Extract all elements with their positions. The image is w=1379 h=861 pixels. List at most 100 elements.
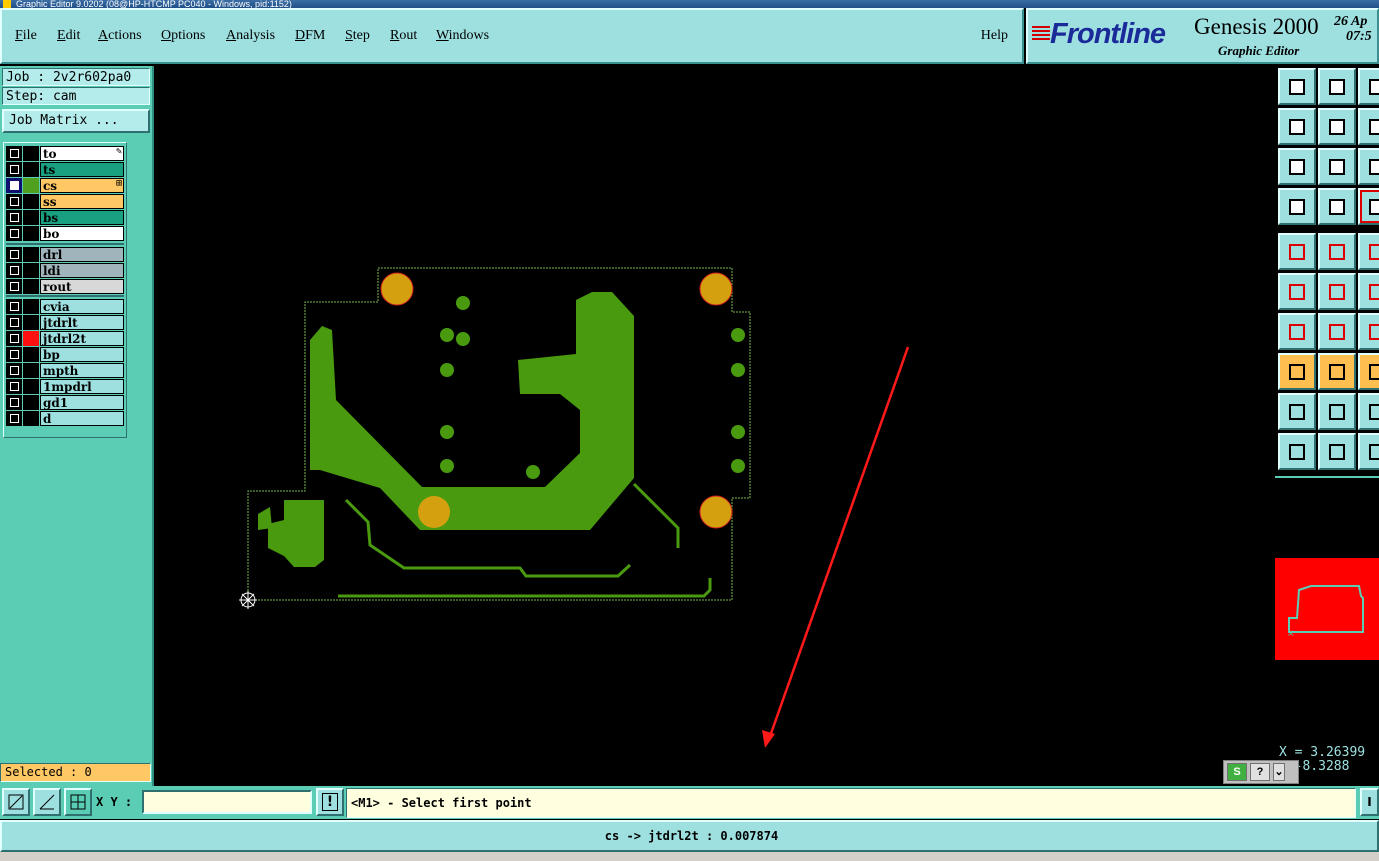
layer-color-swatch[interactable] xyxy=(23,395,39,410)
zoom-area-icon[interactable] xyxy=(2,788,30,816)
zoom-one-icon[interactable] xyxy=(1358,148,1379,185)
layer-row-ldi[interactable]: ldi xyxy=(6,263,124,278)
layer-name[interactable]: gd1 xyxy=(40,395,124,410)
pan-left-icon[interactable] xyxy=(1278,108,1316,145)
layer-color-swatch[interactable] xyxy=(23,263,39,278)
layer-name[interactable]: bs xyxy=(40,210,124,225)
layer-row-bs[interactable]: bs xyxy=(6,210,124,225)
layer-checkbox[interactable] xyxy=(6,331,22,346)
layer-row-bo[interactable]: bo xyxy=(6,226,124,241)
layer-checkbox[interactable] xyxy=(6,146,22,161)
layer-color-swatch[interactable] xyxy=(23,363,39,378)
menu-windows[interactable]: Windows xyxy=(436,28,489,44)
menu-analysis[interactable]: Analysis xyxy=(226,28,275,44)
feature-icon[interactable] xyxy=(1278,353,1316,390)
menu-options[interactable]: Options xyxy=(161,28,205,44)
layer-row-to[interactable]: to ✎ xyxy=(6,146,124,161)
layer-row-drl[interactable]: drl xyxy=(6,247,124,262)
menu-dfm[interactable]: DFM xyxy=(295,28,325,44)
layer-color-swatch[interactable] xyxy=(23,178,39,193)
layer-color-swatch[interactable] xyxy=(23,247,39,262)
layer-checkbox[interactable] xyxy=(6,347,22,362)
filter-icon[interactable] xyxy=(1278,188,1316,225)
select-box-icon[interactable] xyxy=(1318,433,1356,470)
zoom-fit-icon[interactable] xyxy=(1278,148,1316,185)
home-icon[interactable] xyxy=(1358,68,1379,105)
help-button[interactable]: ? xyxy=(1250,763,1270,781)
layer-name[interactable]: bo xyxy=(40,226,124,241)
menu-actions[interactable]: Actions xyxy=(98,28,142,44)
add-pad-icon[interactable] xyxy=(1278,233,1316,270)
layer-color-swatch[interactable] xyxy=(23,379,39,394)
layer-name[interactable]: jtdrlt xyxy=(40,315,124,330)
undo-icon[interactable] xyxy=(1358,108,1379,145)
layer-checkbox[interactable] xyxy=(6,162,22,177)
menu-file[interactable]: File xyxy=(15,28,37,44)
layer-name[interactable]: jtdrl2t xyxy=(40,331,124,346)
layer-name[interactable]: bp xyxy=(40,347,124,362)
layer-color-swatch[interactable] xyxy=(23,146,39,161)
layer-row-1mpdrl[interactable]: 1mpdrl xyxy=(6,379,124,394)
layer-checkbox[interactable] xyxy=(6,263,22,278)
layer-checkbox[interactable] xyxy=(6,178,22,193)
pan-down-icon[interactable] xyxy=(1318,68,1356,105)
layer-row-cvia[interactable]: cvia xyxy=(6,299,124,314)
slash-icon[interactable] xyxy=(1318,313,1356,350)
cut-icon[interactable] xyxy=(1358,313,1379,350)
layer-name[interactable]: 1mpdrl xyxy=(40,379,124,394)
layer-checkbox[interactable] xyxy=(6,363,22,378)
xy-input[interactable] xyxy=(142,790,312,814)
layer-name[interactable]: ldi xyxy=(40,263,124,278)
polygon-icon[interactable] xyxy=(1358,393,1379,430)
select-icon[interactable] xyxy=(1358,273,1379,310)
layer-name[interactable]: ss xyxy=(40,194,124,209)
pad-icon[interactable] xyxy=(1318,188,1356,225)
layer-checkbox[interactable] xyxy=(6,411,22,426)
menu-step[interactable]: Step xyxy=(345,28,370,44)
layer-name[interactable]: mpth xyxy=(40,363,124,378)
layer-row-rout[interactable]: rout xyxy=(6,279,124,294)
layer-color-swatch[interactable] xyxy=(23,315,39,330)
layer-row-jtdrlt[interactable]: jtdrlt xyxy=(6,315,124,330)
stop-icon[interactable] xyxy=(1358,433,1379,470)
layer-color-swatch[interactable] xyxy=(23,226,39,241)
layer-color-swatch[interactable] xyxy=(23,194,39,209)
layer-checkbox[interactable] xyxy=(6,194,22,209)
layer-checkbox[interactable] xyxy=(6,299,22,314)
layer-color-swatch[interactable] xyxy=(23,411,39,426)
layer-row-gd1[interactable]: gd1 xyxy=(6,395,124,410)
layer-row-cs[interactable]: cs ⊞ xyxy=(6,178,124,193)
layer-name[interactable]: cs xyxy=(40,178,124,193)
layer-name[interactable]: rout xyxy=(40,279,124,294)
layer-name[interactable]: ts xyxy=(40,162,124,177)
job-matrix-button[interactable]: Job Matrix ... xyxy=(2,109,150,133)
zoom-center-icon[interactable] xyxy=(1318,148,1356,185)
triangle-icon[interactable] xyxy=(1278,393,1316,430)
move-net-icon[interactable] xyxy=(1278,273,1316,310)
snap-button[interactable]: S xyxy=(1227,763,1247,781)
pointer-icon[interactable] xyxy=(1278,433,1316,470)
pan-right-icon[interactable] xyxy=(1318,108,1356,145)
menu-edit[interactable]: Edit xyxy=(57,28,80,44)
layer-checkbox[interactable] xyxy=(6,247,22,262)
layer-row-bp[interactable]: bp xyxy=(6,347,124,362)
layer-row-ss[interactable]: ss xyxy=(6,194,124,209)
layer-color-swatch[interactable] xyxy=(23,210,39,225)
arc-icon[interactable] xyxy=(1318,393,1356,430)
layer-name[interactable]: drl xyxy=(40,247,124,262)
menu-help[interactable]: Help xyxy=(981,28,1008,44)
graphic-canvas[interactable] xyxy=(156,66,1274,786)
layer-checkbox[interactable] xyxy=(6,210,22,225)
layer-name[interactable]: to xyxy=(40,146,124,161)
layer-row-ts[interactable]: ts xyxy=(6,162,124,177)
ruler-icon[interactable] xyxy=(1358,233,1379,270)
layer-checkbox[interactable] xyxy=(6,279,22,294)
segment-icon[interactable] xyxy=(1318,353,1356,390)
layer-color-swatch[interactable] xyxy=(23,299,39,314)
layer-checkbox[interactable] xyxy=(6,395,22,410)
line-edit-icon[interactable] xyxy=(1278,313,1316,350)
layer-row-jtdrl2t[interactable]: jtdrl2t xyxy=(6,331,124,346)
add-line-icon[interactable] xyxy=(1318,233,1356,270)
layer-checkbox[interactable] xyxy=(6,226,22,241)
layer-checkbox[interactable] xyxy=(6,379,22,394)
